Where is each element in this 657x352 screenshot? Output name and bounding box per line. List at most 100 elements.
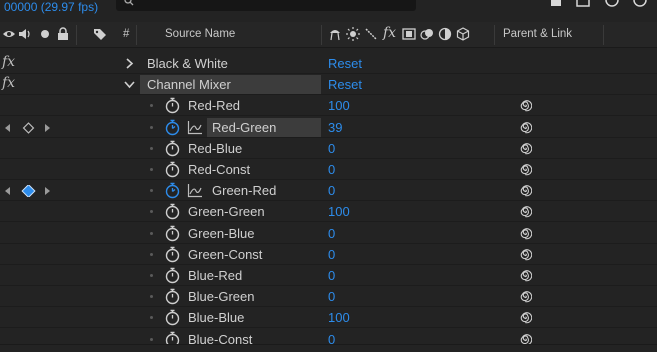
property-value[interactable]: 0 xyxy=(328,289,335,304)
pick-whip-icon[interactable] xyxy=(519,99,532,112)
tree-dot xyxy=(150,231,153,235)
twirl-down-arrow-icon[interactable] xyxy=(124,79,135,90)
search-input[interactable] xyxy=(116,0,416,11)
pick-whip-icon[interactable] xyxy=(519,121,532,134)
property-row[interactable]: Blue-Const 0 xyxy=(0,329,657,344)
3d-layer-cube-icon[interactable] xyxy=(456,27,470,41)
reset-link[interactable]: Reset xyxy=(328,56,362,71)
property-row[interactable]: Red-Const 0 xyxy=(0,159,657,180)
stopwatch-icon[interactable] xyxy=(164,246,181,263)
property-value[interactable]: 0 xyxy=(328,226,335,241)
stopwatch-icon[interactable] xyxy=(164,119,181,136)
bottom-bar xyxy=(0,344,657,352)
keyframe-navigator[interactable] xyxy=(4,185,50,198)
property-value[interactable]: 100 xyxy=(328,310,350,325)
property-row[interactable]: Green-Const 0 xyxy=(0,244,657,265)
property-name: Red-Green xyxy=(212,119,277,135)
reset-link[interactable]: Reset xyxy=(328,77,362,92)
pick-whip-icon[interactable] xyxy=(519,163,532,176)
frame-blend-film-icon[interactable] xyxy=(402,27,416,41)
collapse-sun-icon[interactable] xyxy=(346,27,360,41)
graph-editor-icon[interactable] xyxy=(187,120,203,135)
adjustment-layer-icon[interactable] xyxy=(438,27,452,41)
property-value[interactable]: 0 xyxy=(328,162,335,177)
graph-editor-icon[interactable] xyxy=(187,183,203,198)
pick-whip-icon[interactable] xyxy=(519,290,532,303)
property-value[interactable]: 100 xyxy=(328,98,350,113)
stopwatch-icon[interactable] xyxy=(164,331,181,344)
pick-whip-icon[interactable] xyxy=(519,205,532,218)
layer-number-header: # xyxy=(123,28,130,40)
property-name: Blue-Blue xyxy=(188,310,245,326)
property-value[interactable]: 39 xyxy=(328,120,342,135)
effect-name[interactable]: Channel Mixer xyxy=(147,77,231,92)
tree-dot xyxy=(150,295,153,299)
layer-property-list: fx Black & White Reset fx Channel Mixer Reset… xyxy=(0,48,657,344)
shy-switch-icon[interactable] xyxy=(547,0,565,11)
property-row[interactable]: Green-Red 0 xyxy=(0,180,657,202)
tree-dot xyxy=(150,337,153,341)
pick-whip-icon[interactable] xyxy=(519,269,532,282)
audio-speaker-icon[interactable] xyxy=(18,27,32,41)
pick-whip-icon[interactable] xyxy=(519,142,532,155)
stopwatch-icon[interactable] xyxy=(164,288,181,305)
stopwatch-icon[interactable] xyxy=(164,97,181,114)
property-value[interactable]: 0 xyxy=(328,247,335,262)
property-value[interactable]: 0 xyxy=(328,332,335,344)
stopwatch-icon[interactable] xyxy=(164,267,181,284)
pick-whip-icon[interactable] xyxy=(519,248,532,261)
property-name: Blue-Const xyxy=(188,331,253,344)
pick-whip-icon[interactable] xyxy=(519,311,532,324)
pick-whip-icon[interactable] xyxy=(519,184,532,197)
source-name-header[interactable]: Source Name xyxy=(165,28,235,40)
tree-dot xyxy=(150,125,153,129)
property-name: Red-Const xyxy=(188,162,251,177)
shy-icon[interactable] xyxy=(328,27,342,41)
lock-icon[interactable] xyxy=(56,27,70,41)
property-row[interactable]: Blue-Green 0 xyxy=(0,286,657,308)
graph-editor-toggle-icon[interactable] xyxy=(631,0,649,11)
top-bar: 00000 (29.97 fps) xyxy=(0,0,657,20)
effect-fx-toggle[interactable]: fx xyxy=(2,54,15,70)
effects-fx-icon[interactable]: fx xyxy=(383,25,396,41)
keyframe-navigator[interactable] xyxy=(4,121,50,134)
effect-name[interactable]: Black & White xyxy=(147,56,228,71)
pick-whip-icon[interactable] xyxy=(519,333,532,344)
pick-whip-icon[interactable] xyxy=(519,227,532,240)
property-row[interactable]: Blue-Red 0 xyxy=(0,265,657,286)
property-row[interactable]: Red-Blue 0 xyxy=(0,138,657,159)
effect-row[interactable]: fx Black & White Reset xyxy=(0,53,657,74)
label-tag-icon[interactable] xyxy=(93,27,107,41)
property-row[interactable]: Red-Red 100 xyxy=(0,95,657,117)
stopwatch-icon[interactable] xyxy=(164,161,181,178)
parent-link-header[interactable]: Parent & Link xyxy=(503,28,572,40)
property-value[interactable]: 0 xyxy=(328,268,335,283)
motion-blur-circles-icon[interactable] xyxy=(420,27,434,41)
stopwatch-icon[interactable] xyxy=(164,140,181,157)
property-value[interactable]: 100 xyxy=(328,204,350,219)
stopwatch-icon[interactable] xyxy=(164,309,181,326)
tree-dot xyxy=(150,189,153,193)
stopwatch-icon[interactable] xyxy=(164,225,181,242)
frame-blending-icon[interactable] xyxy=(575,0,593,11)
solo-dot-icon[interactable] xyxy=(38,27,52,41)
stopwatch-icon[interactable] xyxy=(164,203,181,220)
effect-row[interactable]: fx Channel Mixer Reset xyxy=(0,74,657,96)
property-value[interactable]: 0 xyxy=(328,141,335,156)
stopwatch-icon[interactable] xyxy=(164,182,181,199)
layer-column-header: # Source Name fx Parent & Link xyxy=(0,22,657,48)
property-row[interactable]: Green-Green 100 xyxy=(0,201,657,223)
property-name: Green-Const xyxy=(188,246,263,262)
property-row[interactable]: Green-Blue 0 xyxy=(0,223,657,244)
property-row[interactable]: Blue-Blue 100 xyxy=(0,307,657,329)
tree-dot xyxy=(150,210,153,214)
timecode-display[interactable]: 00000 (29.97 fps) xyxy=(4,0,98,14)
video-eye-icon[interactable] xyxy=(2,27,16,41)
quality-slash-icon[interactable] xyxy=(364,27,378,41)
motion-blur-icon[interactable] xyxy=(603,0,621,11)
property-value[interactable]: 0 xyxy=(328,183,335,198)
twirl-right-arrow-icon[interactable] xyxy=(124,58,135,69)
property-row[interactable]: Red-Green 39 xyxy=(0,117,657,138)
effect-fx-toggle[interactable]: fx xyxy=(2,75,15,91)
property-name: Green-Blue xyxy=(188,225,255,241)
